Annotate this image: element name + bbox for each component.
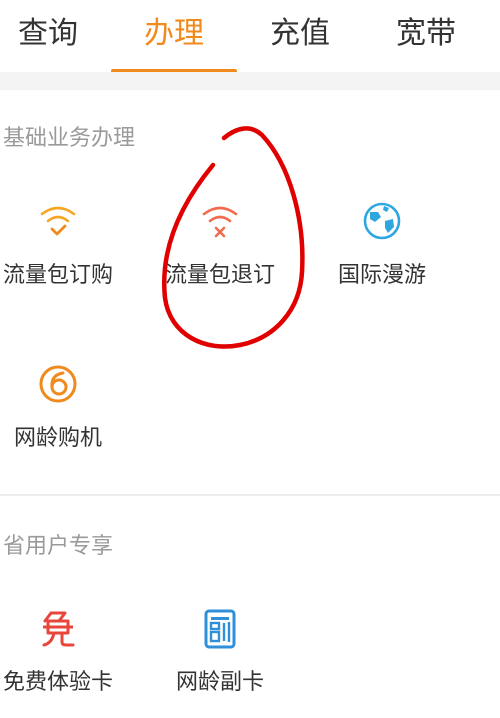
service-label: 网龄副卡	[175, 670, 264, 695]
wifi-cancel-icon	[202, 206, 238, 238]
wifi-check-icon	[40, 206, 76, 236]
globe-icon	[363, 202, 401, 240]
tab-broadband[interactable]: 宽带	[396, 12, 456, 56]
service-label: 网龄购机	[13, 426, 102, 451]
tab-bar: 查询 办理 充值 宽带	[0, 0, 500, 73]
tab-query[interactable]: 查询	[18, 12, 78, 56]
service-label: 流量包订购	[2, 263, 113, 288]
service-label: 免费体验卡	[2, 670, 113, 695]
section-separator	[0, 72, 500, 90]
tab-handle[interactable]: 办理	[144, 12, 204, 56]
sub-card-icon	[204, 609, 236, 649]
section-title-basic: 基础业务办理	[3, 126, 136, 151]
phone-purchase-icon	[39, 365, 77, 403]
service-label: 国际漫游	[337, 263, 426, 288]
free-card-icon	[42, 611, 75, 647]
section-divider	[0, 494, 500, 496]
service-label: 流量包退订	[164, 263, 275, 288]
tab-recharge[interactable]: 充值	[270, 12, 330, 56]
section-title-province: 省用户专享	[3, 534, 114, 559]
